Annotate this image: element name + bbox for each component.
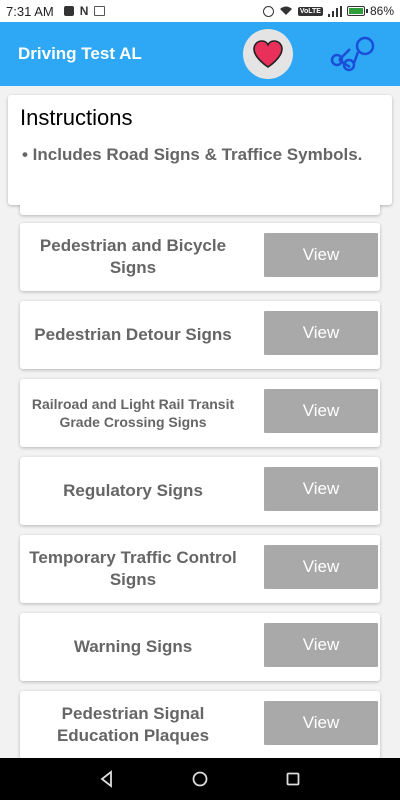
list-item-label: Warning Signs <box>73 637 193 656</box>
battery-fill <box>348 8 363 14</box>
status-bar: 7:31 AM N VoLTE 86% <box>0 0 400 22</box>
volte-badge: VoLTE <box>297 6 323 16</box>
view-button[interactable]: View <box>264 233 378 277</box>
list-item-pedestrian-bicycle: Pedestrian and Bicycle Signs View <box>20 223 380 291</box>
status-right: VoLTE 86% <box>262 4 394 18</box>
list-item-label: Regulatory Signs <box>63 481 203 500</box>
view-button[interactable]: View <box>264 389 378 433</box>
instructions-card: Instructions • Includes Road Signs & Tra… <box>8 95 392 205</box>
notification-icon <box>63 6 74 16</box>
instructions-bullet: • Includes Road Signs & Traffice Symbols… <box>22 145 363 164</box>
favorite-button[interactable] <box>243 29 293 79</box>
list-item-label: Pedestrian and Bicycle Signs <box>39 236 227 277</box>
view-button[interactable]: View <box>264 623 378 667</box>
signal-icon <box>327 5 342 17</box>
wifi-icon <box>279 6 292 15</box>
sign-category-list[interactable]: Pedestrian and Bicycle Signs View Pedest… <box>0 205 400 758</box>
view-button[interactable]: View <box>264 311 378 355</box>
recent-apps-icon[interactable] <box>283 769 303 789</box>
battery-percent: 86% <box>369 4 394 18</box>
list-item-warning: Warning Signs View <box>20 613 380 681</box>
instructions-title: Instructions <box>20 105 133 130</box>
list-item-label: Temporary Traffic Control Signs <box>29 548 237 589</box>
list-item-railroad: Railroad and Light Rail Transit Grade Cr… <box>20 379 380 447</box>
heart-icon <box>253 40 283 68</box>
app-bar: Driving Test AL <box>0 22 400 86</box>
list-item-regulatory: Regulatory Signs View <box>20 457 380 525</box>
back-icon[interactable] <box>97 769 117 789</box>
list-item-pedestrian-signal: Pedestrian Signal Education Plaques View <box>20 691 380 758</box>
list-item-temporary-traffic: Temporary Traffic Control Signs View <box>20 535 380 603</box>
status-time: 7:31 AM <box>6 3 54 19</box>
home-icon[interactable] <box>190 769 210 789</box>
list-item-pedestrian-detour: Pedestrian Detour Signs View <box>20 301 380 369</box>
list-item-label: Railroad and Light Rail Transit Grade Cr… <box>31 396 235 430</box>
list-item-label: Pedestrian Signal Education Plaques <box>56 704 210 745</box>
share-icon[interactable] <box>325 34 379 76</box>
alarm-icon <box>262 5 274 17</box>
status-left: 7:31 AM N <box>6 3 106 19</box>
battery-icon <box>346 6 368 16</box>
image-icon <box>94 6 106 16</box>
view-button[interactable]: View <box>264 467 378 511</box>
navigation-bar <box>0 758 400 800</box>
list-item-label: Pedestrian Detour Signs <box>34 325 232 344</box>
partial-list-item <box>20 205 380 215</box>
nfc-icon: N <box>79 4 89 18</box>
view-button[interactable]: View <box>264 701 378 745</box>
view-button[interactable]: View <box>264 545 378 589</box>
